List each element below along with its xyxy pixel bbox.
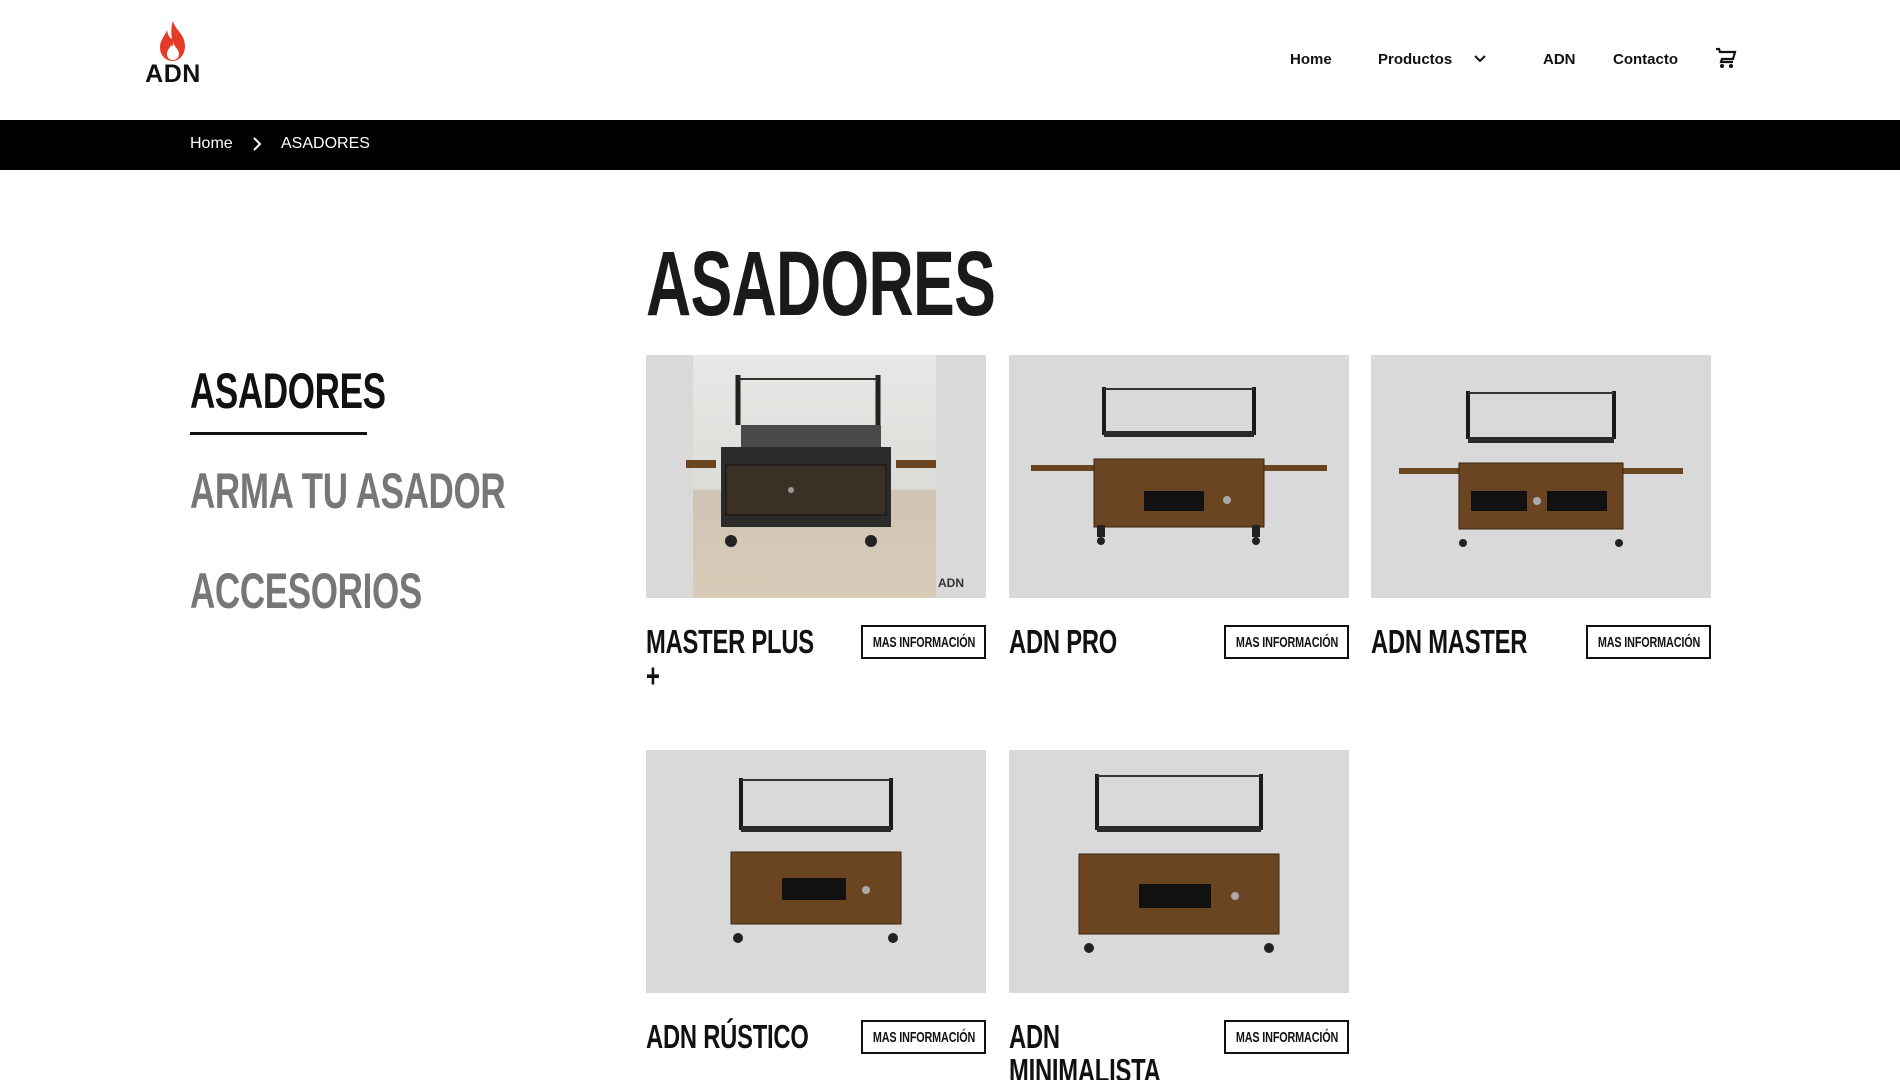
product-image[interactable] xyxy=(1371,355,1711,598)
nav-home[interactable]: Home xyxy=(1290,51,1332,68)
brand-logo[interactable]: ADN xyxy=(138,20,208,92)
product-image[interactable] xyxy=(646,750,986,993)
mas-informacion-button[interactable]: MAS INFORMACIÓN xyxy=(1586,625,1711,659)
nav-adn[interactable]: ADN xyxy=(1543,51,1576,68)
flame-icon xyxy=(160,21,185,61)
product-name: ADN RÚSTICO xyxy=(646,1018,809,1055)
site-header: ADN Home Productos ADN Contacto xyxy=(0,0,1900,120)
breadcrumb-home[interactable]: Home xyxy=(190,135,233,153)
product-image[interactable] xyxy=(1009,750,1349,993)
nav-productos[interactable]: Productos xyxy=(1378,51,1452,68)
product-card: ADN PRO MAS INFORMACIÓN xyxy=(1009,355,1349,659)
mas-informacion-button[interactable]: MAS INFORMACIÓN xyxy=(1224,625,1349,659)
product-card: ADN MASTER MAS INFORMACIÓN xyxy=(1371,355,1711,659)
mas-informacion-button[interactable]: MAS INFORMACIÓN xyxy=(861,1020,986,1054)
chevron-down-icon[interactable] xyxy=(1472,50,1488,70)
sidebar-item-asadores[interactable]: ASADORES xyxy=(190,362,386,420)
product-name: ADN MASTER xyxy=(1371,623,1528,660)
watermark-logo: ADN xyxy=(938,576,964,590)
product-name: ADN MINIMALISTA xyxy=(1009,1018,1161,1080)
mas-informacion-button[interactable]: MAS INFORMACIÓN xyxy=(861,625,986,659)
sidebar-item-arma-tu-asador[interactable]: ARMA TU ASADOR xyxy=(190,462,506,520)
breadcrumb-current: ASADORES xyxy=(281,135,370,152)
product-card: ADN MASTER PLUS + MAS INFORMACIÓN xyxy=(646,355,986,693)
product-name: ADN PRO xyxy=(1009,623,1118,660)
product-image[interactable] xyxy=(1009,355,1349,598)
cart-icon[interactable] xyxy=(1714,46,1738,74)
logo-text: ADN xyxy=(145,60,201,88)
nav-contacto[interactable]: Contacto xyxy=(1613,51,1678,68)
active-underline xyxy=(190,432,367,435)
sidebar-item-accesorios[interactable]: ACCESORIOS xyxy=(190,562,422,620)
chevron-right-icon xyxy=(250,135,264,158)
breadcrumb: Home ASADORES xyxy=(0,120,1900,170)
product-card: ADN RÚSTICO MAS INFORMACIÓN xyxy=(646,750,986,1054)
product-image[interactable]: ADN xyxy=(646,355,986,598)
product-name: MASTER PLUS + xyxy=(646,623,814,694)
mas-informacion-button[interactable]: MAS INFORMACIÓN xyxy=(1224,1020,1349,1054)
product-card: ADN MINIMALISTA MAS INFORMACIÓN xyxy=(1009,750,1349,1080)
page-title: ASADORES xyxy=(646,233,996,335)
